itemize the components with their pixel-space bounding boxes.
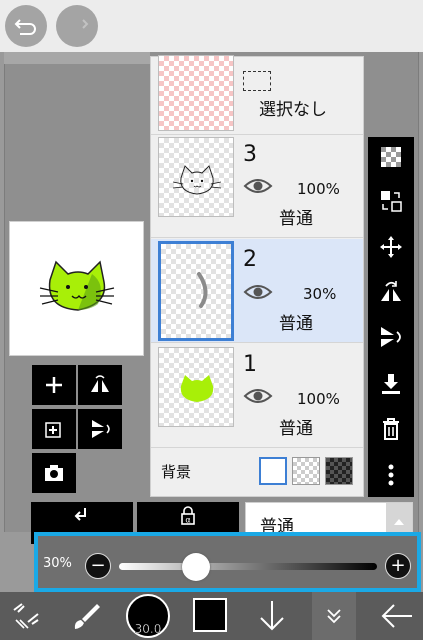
swap-layers-button[interactable] bbox=[368, 181, 414, 221]
flip-horizontal-icon bbox=[91, 375, 109, 392]
flip-horizontal-button[interactable] bbox=[78, 365, 122, 405]
delete-layer-button[interactable] bbox=[368, 409, 414, 449]
background-label: 背景 bbox=[161, 463, 192, 481]
undo-icon bbox=[14, 19, 36, 35]
add-layer-icon bbox=[45, 422, 61, 438]
cat-outline-thumbnail bbox=[172, 165, 222, 195]
flip-vertical-rotate-button[interactable] bbox=[368, 317, 414, 357]
stroke-thumbnail bbox=[197, 272, 208, 308]
add-layer-button[interactable] bbox=[32, 365, 76, 405]
opacity-slider-panel: 30% − + bbox=[34, 532, 421, 592]
flip-vertical-icon bbox=[381, 327, 401, 347]
svg-text:α: α bbox=[185, 516, 190, 525]
flip-vertical-icon bbox=[92, 420, 110, 438]
brush-icon bbox=[74, 604, 100, 629]
layer-row-selected[interactable]: 2 30% 普通 bbox=[151, 239, 363, 343]
move-down-button[interactable] bbox=[252, 592, 292, 640]
selection-layer-label: 選択なし bbox=[259, 100, 327, 120]
opacity-slider-track[interactable] bbox=[119, 563, 377, 570]
back-button[interactable] bbox=[374, 592, 420, 640]
arrow-left-icon bbox=[381, 604, 412, 628]
layer-number: 2 bbox=[243, 247, 257, 272]
opacity-decrease-button[interactable]: − bbox=[85, 553, 111, 579]
merge-down-icon bbox=[382, 374, 400, 394]
brush-size-value: 30.0 bbox=[134, 622, 162, 636]
redo-button[interactable] bbox=[56, 5, 98, 47]
collapse-panel-button[interactable] bbox=[312, 592, 356, 640]
transparent-icon bbox=[381, 147, 401, 167]
move-icon bbox=[380, 236, 402, 258]
more-button[interactable] bbox=[368, 455, 414, 495]
top-bar bbox=[0, 0, 423, 52]
transform-tool-button[interactable] bbox=[6, 592, 46, 640]
eye-icon[interactable] bbox=[243, 386, 273, 406]
selection-layer-row[interactable]: 選択なし bbox=[151, 55, 363, 135]
transform-tool-icon bbox=[13, 603, 39, 629]
layer-opacity: 30% bbox=[303, 285, 337, 303]
alpha-lock-icon: α bbox=[181, 506, 195, 525]
brush-size-button[interactable]: 30.0 bbox=[126, 594, 170, 638]
background-row: 背景 bbox=[151, 449, 363, 495]
import-photo-button[interactable] bbox=[32, 453, 76, 493]
undo-button[interactable] bbox=[5, 5, 47, 47]
layer-blend-mode: 普通 bbox=[279, 209, 313, 229]
opacity-value-label: 30% bbox=[43, 556, 72, 571]
merge-down-button[interactable] bbox=[368, 364, 414, 404]
chevron-double-down-icon bbox=[327, 609, 341, 624]
cat-drawing-preview bbox=[39, 260, 115, 311]
new-layer-button[interactable] bbox=[32, 409, 76, 449]
plus-icon bbox=[46, 377, 62, 393]
navigator-preview[interactable] bbox=[9, 221, 144, 356]
layer-blend-mode: 普通 bbox=[279, 419, 313, 439]
background-white-option[interactable] bbox=[259, 457, 287, 485]
arrow-down-icon bbox=[260, 601, 284, 631]
color-picker-button[interactable] bbox=[193, 598, 227, 632]
layer-blend-mode: 普通 bbox=[279, 314, 313, 334]
flip-vertical-button[interactable] bbox=[78, 409, 122, 449]
transparent-button[interactable] bbox=[368, 137, 414, 177]
swap-layers-icon bbox=[381, 191, 402, 212]
background-light-checker-option[interactable] bbox=[292, 457, 320, 485]
camera-icon bbox=[45, 465, 63, 481]
selection-layer-thumbnail bbox=[158, 55, 234, 131]
selection-marquee-icon bbox=[243, 71, 271, 91]
layer-number: 1 bbox=[243, 352, 257, 377]
background-dark-checker-option[interactable] bbox=[325, 457, 353, 485]
trash-icon bbox=[383, 418, 399, 440]
layer-opacity: 100% bbox=[297, 180, 340, 198]
layer-row[interactable]: 3 100% 普通 bbox=[151, 136, 363, 238]
eye-icon[interactable] bbox=[243, 282, 273, 302]
eye-icon[interactable] bbox=[243, 176, 273, 196]
left-tool-grid bbox=[32, 361, 137, 495]
opacity-slider-thumb[interactable] bbox=[182, 553, 211, 581]
layer-thumbnail bbox=[158, 137, 234, 217]
opacity-increase-button[interactable]: + bbox=[385, 553, 411, 579]
brush-tool-button[interactable] bbox=[66, 592, 106, 640]
clipping-icon bbox=[74, 508, 86, 521]
layer-thumbnail bbox=[158, 347, 234, 427]
chevron-up-icon bbox=[394, 519, 404, 525]
layer-number: 3 bbox=[243, 142, 257, 167]
layer-panel: 選択なし 3 100% 普通 2 30% 普通 1 100% 普通 背景 bbox=[150, 55, 364, 497]
right-toolbar bbox=[368, 137, 414, 497]
rotate-flip-button[interactable] bbox=[368, 272, 414, 312]
more-icon bbox=[388, 464, 394, 486]
layer-opacity: 100% bbox=[297, 390, 340, 408]
rotate-icon bbox=[381, 281, 401, 301]
layer-row[interactable]: 1 100% 普通 bbox=[151, 344, 363, 448]
redo-icon bbox=[82, 19, 89, 29]
move-button[interactable] bbox=[368, 227, 414, 267]
layer-thumbnail bbox=[158, 241, 234, 341]
canvas-edge bbox=[4, 52, 150, 64]
green-cat-thumbnail bbox=[180, 375, 214, 402]
